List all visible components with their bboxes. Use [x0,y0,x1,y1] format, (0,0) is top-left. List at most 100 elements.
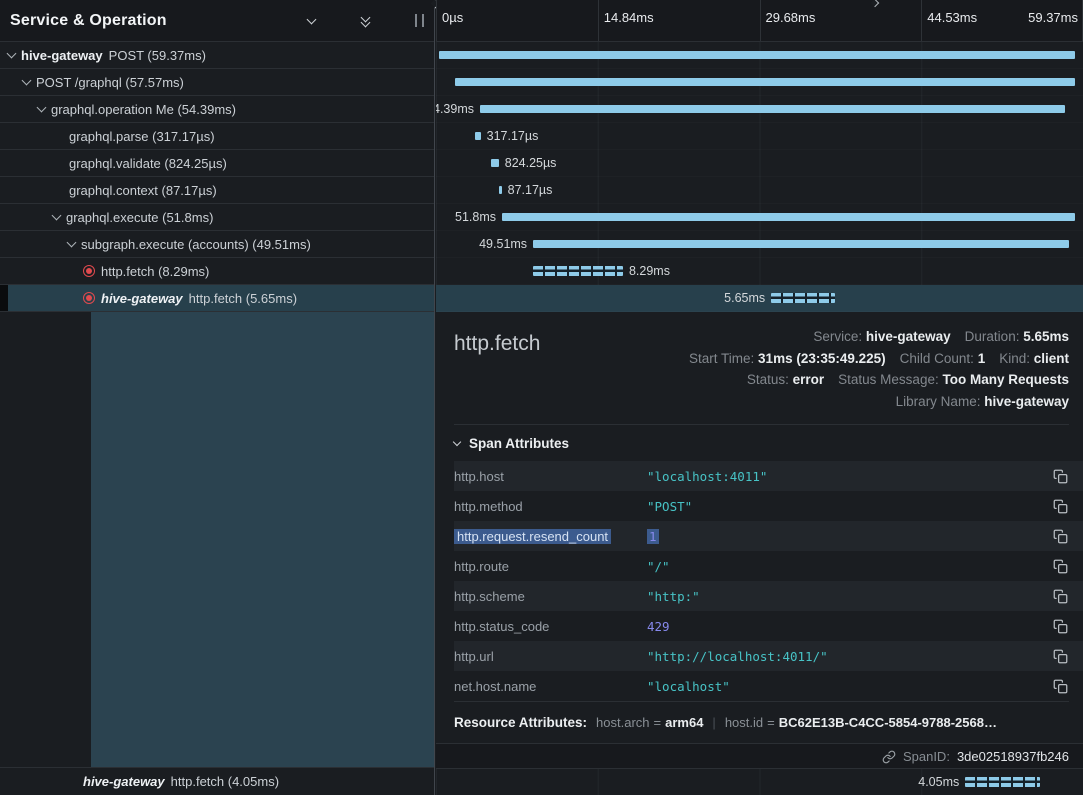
chevron-down-icon[interactable] [52,211,62,221]
selected-span-highlight-block [91,312,434,767]
duration-label: 49.51ms [479,237,527,251]
timeline-row[interactable]: 824.25µs [436,150,1083,177]
attribute-value-text: "/" [647,559,670,574]
attribute-row[interactable]: http.url"http://localhost:4011/" [454,641,1083,671]
separator: | [712,715,715,730]
timeline-bottom-row: 4.05ms [436,768,1083,795]
chevron-right-icon[interactable] [326,8,351,33]
ruler-tick-label: 59.37ms [1028,10,1078,25]
span-meta-line: Start Time: 31ms (23:35:49.225) Child Cou… [689,348,1069,370]
copy-icon[interactable] [1051,677,1069,695]
span-tree-panel: Service & Operation hive-gatewayPOST (59… [0,0,435,795]
copy-icon[interactable] [1051,527,1069,545]
duration-label: 4.05ms [918,775,959,789]
duration-label: 317.17µs [487,129,539,143]
duration-label: 8.29ms [629,264,670,278]
span-duration-bar[interactable] [771,293,835,303]
resource-attributes-row[interactable]: Resource Attributes: host.arch=arm64|hos… [454,701,1069,743]
attribute-value-text: "http:" [647,589,700,604]
tree-row[interactable]: hive-gatewayPOST (59.37ms) [0,42,434,69]
operation-label: http.fetch (8.29ms) [101,264,209,279]
span-duration-bar[interactable] [965,777,1040,787]
resource-value: arm64 [665,715,703,730]
panel-resize-grip-icon[interactable] [415,14,424,27]
meta-value: 1 [978,351,986,366]
attribute-value: "localhost:4011" [647,469,1051,484]
timeline-row[interactable]: 87.17µs [436,177,1083,204]
tree-row[interactable]: graphql.context (87.17µs) [0,177,434,204]
attribute-value: 429 [647,619,1051,634]
tree-row[interactable]: http.fetch (8.29ms) [0,258,434,285]
attribute-row[interactable]: http.method"POST" [454,491,1083,521]
tree-row[interactable]: subgraph.execute (accounts) (49.51ms) [0,231,434,258]
meta-label: Service: [813,329,866,344]
timeline-row[interactable] [436,69,1083,96]
attribute-value-text: 429 [647,619,670,634]
meta-value: client [1034,351,1069,366]
timeline-row[interactable]: 8.29ms [436,258,1083,285]
tree-row[interactable]: POST /graphql (57.57ms) [0,69,434,96]
attribute-row[interactable]: http.status_code429 [454,611,1083,641]
ruler-tick: 44.53ms [921,0,922,41]
expand-all-icon[interactable] [380,8,405,33]
attribute-row[interactable]: http.request.resend_count1 [454,521,1083,551]
timeline-row[interactable]: 51.8ms [436,204,1083,231]
tree-row[interactable]: hive-gatewayhttp.fetch (4.05ms) [0,768,434,795]
attribute-row[interactable]: net.host.name"localhost" [454,671,1083,701]
meta-value: Too Many Requests [942,372,1069,387]
tree-row[interactable]: graphql.validate (824.25µs) [0,150,434,177]
timeline-row[interactable]: 5.65ms [436,285,1083,312]
meta-value: hive-gateway [866,329,951,344]
span-duration-bar[interactable] [502,213,1075,221]
copy-icon[interactable] [1051,497,1069,515]
collapse-all-icon[interactable] [353,8,378,33]
span-meta-pair: Start Time: 31ms (23:35:49.225) [689,351,886,366]
timeline-row[interactable] [436,42,1083,69]
chevron-down-icon[interactable] [299,8,324,33]
attribute-value-text: 1 [647,529,659,544]
attribute-key: http.request.resend_count [454,529,647,544]
span-duration-bar[interactable] [475,132,481,140]
timeline-row[interactable]: 54.39ms [436,96,1083,123]
span-meta-pair: Child Count: 1 [900,351,986,366]
operation-label: graphql.context (87.17µs) [69,183,217,198]
copy-icon[interactable] [1051,647,1069,665]
span-duration-bar[interactable] [499,186,502,194]
meta-label: Kind: [999,351,1034,366]
span-duration-bar[interactable] [455,78,1075,86]
chevron-down-icon[interactable] [37,103,47,113]
copy-icon[interactable] [1051,617,1069,635]
link-icon[interactable] [882,750,896,764]
service-name: hive-gateway [21,48,103,63]
copy-icon[interactable] [1051,557,1069,575]
tree-row[interactable]: graphql.parse (317.17µs) [0,123,434,150]
panel-title: Service & Operation [10,12,297,30]
attribute-row[interactable]: http.host"localhost:4011" [454,461,1083,491]
timeline-row[interactable]: 317.17µs [436,123,1083,150]
attribute-key: http.route [454,559,647,574]
span-duration-bar[interactable] [480,105,1065,113]
attribute-row[interactable]: http.route"/" [454,551,1083,581]
chevron-down-icon[interactable] [22,76,32,86]
copy-icon[interactable] [1051,467,1069,485]
span-attributes-header[interactable]: Span Attributes [454,425,1083,461]
span-duration-bar[interactable] [533,240,1069,248]
meta-label: Library Name: [896,394,985,409]
tree-row[interactable]: hive-gatewayhttp.fetch (5.65ms) [0,285,434,312]
chevron-down-icon[interactable] [67,238,77,248]
resource-attributes-title: Resource Attributes: [454,715,587,730]
span-duration-bar[interactable] [491,159,499,167]
timeline-row[interactable]: 4.05ms [436,769,1083,795]
span-duration-bar[interactable] [439,51,1076,59]
tree-row[interactable]: graphql.execute (51.8ms) [0,204,434,231]
copy-icon[interactable] [1051,587,1069,605]
meta-value: 5.65ms [1023,329,1069,344]
span-duration-bar[interactable] [533,266,623,276]
resource-value: BC62E13B-C4CC-5854-9788-2568… [779,715,997,730]
chevron-down-icon[interactable] [7,49,17,59]
timeline-row[interactable]: 49.51ms [436,231,1083,258]
tree-row[interactable]: graphql.operation Me (54.39ms) [0,96,434,123]
tree-header: Service & Operation [0,0,434,42]
operation-label: http.fetch (4.05ms) [171,774,279,789]
attribute-row[interactable]: http.scheme"http:" [454,581,1083,611]
